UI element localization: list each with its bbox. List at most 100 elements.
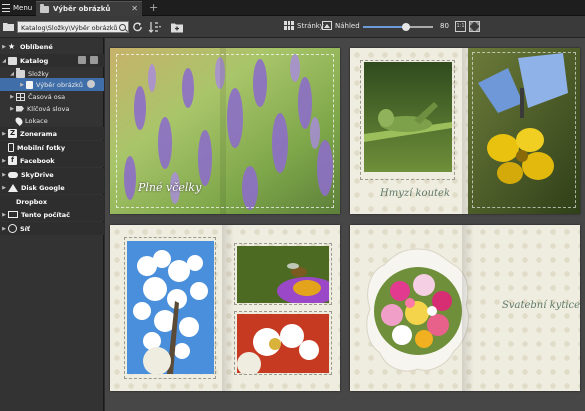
expand-arrow-icon[interactable]: ▶ xyxy=(0,185,8,191)
sidebar-item-favorites[interactable]: ▶ ★ Oblíbené xyxy=(0,40,104,53)
page-thumbnail-bouquet[interactable]: Svatební kytice xyxy=(350,225,580,391)
sidebar-item-google-drive[interactable]: ▶ Disk Google xyxy=(0,181,104,194)
location-pin-icon xyxy=(14,115,24,126)
menu-button[interactable]: Menu xyxy=(2,2,32,14)
sidebar-item-label: Facebook xyxy=(20,156,55,165)
zoom-slider[interactable] xyxy=(363,23,433,31)
calendar-icon xyxy=(16,92,25,101)
sidebar-item-label: Disk Google xyxy=(21,183,65,192)
sidebar-item-skydrive[interactable]: ▶ SkyDrive xyxy=(0,168,104,181)
title-bar: Menu Výběr obrázků ✕ + xyxy=(0,0,585,16)
page-spine xyxy=(462,225,474,391)
tab-image-selection[interactable]: Výběr obrázků ✕ xyxy=(36,1,142,16)
add-folder-icon[interactable] xyxy=(78,56,86,64)
star-icon: ★ xyxy=(8,41,16,51)
sidebar-item-network[interactable]: ▶ Síť xyxy=(0,222,104,235)
page-caption: Hmyzí koutek xyxy=(380,188,451,199)
expand-arrow-icon[interactable]: ▶ xyxy=(0,131,8,137)
expand-arrow-icon[interactable]: ▶ xyxy=(0,212,8,218)
folder-icon xyxy=(16,67,25,78)
folder-home-icon[interactable] xyxy=(3,21,14,31)
photo-frame xyxy=(472,52,576,208)
path-field[interactable]: Katalog\Složky\Výběr obrázků xyxy=(17,21,129,33)
folder-icon xyxy=(40,3,49,13)
sidebar-item-label: Výběr obrázků xyxy=(36,80,83,89)
sidebar-item-label: SkyDrive xyxy=(21,170,54,179)
expand-arrow-icon[interactable]: ▶ xyxy=(0,44,8,50)
expand-arrow-icon[interactable]: ▶ xyxy=(8,94,16,100)
catalog-actions xyxy=(78,56,98,64)
zoom-slider-fill xyxy=(363,26,407,28)
sort-icon[interactable] xyxy=(148,21,162,33)
page-spine xyxy=(222,225,234,391)
blossom-photo xyxy=(127,241,214,374)
search-icon[interactable] xyxy=(119,24,126,31)
pages-view-button[interactable]: Stránky xyxy=(284,21,324,30)
sidebar-item-label: Tento počítač xyxy=(21,210,70,219)
zonerama-icon: Z xyxy=(8,129,17,138)
facebook-icon: f xyxy=(8,156,17,165)
flower-photo xyxy=(237,314,329,373)
sidebar-item-label: Dropbox xyxy=(16,197,48,206)
settings-icon[interactable] xyxy=(90,56,98,64)
expand-arrow-icon[interactable]: ▶ xyxy=(8,106,16,112)
bee-photo xyxy=(237,246,329,303)
page-thumbnail-blossoms[interactable] xyxy=(110,225,340,391)
network-icon xyxy=(8,224,17,233)
path-text: Katalog\Složky\Výběr obrázků xyxy=(21,24,118,32)
add-tab-icon[interactable]: + xyxy=(149,2,158,13)
preview-button[interactable]: Náhled xyxy=(322,21,360,30)
sidebar-item-label: Zonerama xyxy=(20,129,57,138)
expand-arrow-icon[interactable]: ▶ xyxy=(0,158,8,164)
collapse-arrow-icon[interactable]: ◢ xyxy=(0,58,8,64)
toolbar: Katalog\Složky\Výběr obrázků Stránky Náh… xyxy=(0,16,585,38)
sidebar-item-label: Časová osa xyxy=(28,92,66,101)
actual-size-button[interactable]: 1:1 xyxy=(455,21,466,32)
refresh-icon[interactable] xyxy=(132,21,143,33)
expand-arrow-icon[interactable]: ▶ xyxy=(18,82,26,88)
hamburger-icon xyxy=(2,4,10,12)
bouquet-photo xyxy=(366,248,469,372)
sidebar-item-label: Složky xyxy=(28,69,49,78)
sidebar-item-mobile-photos[interactable]: Mobilní fotky xyxy=(0,141,104,154)
grasshopper-photo xyxy=(364,62,452,172)
document-icon xyxy=(26,80,33,89)
collapse-arrow-icon[interactable]: ◢ xyxy=(8,71,16,77)
tag-icon xyxy=(16,105,24,112)
sidebar-item-label: Klíčová slova xyxy=(27,104,70,113)
sidebar-item-this-pc[interactable]: ▶ Tento počítač xyxy=(0,208,104,221)
sidebar-item-label: Lokace xyxy=(25,116,48,125)
sidebar-item-catalog[interactable]: ◢ Katalog xyxy=(0,54,104,67)
sidebar-item-label: Oblíbené xyxy=(20,42,53,51)
selected-actions xyxy=(87,80,95,88)
page-caption: Svatební kytice xyxy=(502,300,580,311)
zoom-value: 80 xyxy=(440,22,449,30)
new-folder-icon[interactable] xyxy=(171,21,183,33)
sidebar-item-locations[interactable]: Lokace xyxy=(0,114,104,127)
expand-arrow-icon[interactable]: ▶ xyxy=(0,226,8,232)
catalog-icon xyxy=(8,56,17,65)
grid-icon xyxy=(284,21,294,30)
zoom-slider-knob[interactable] xyxy=(402,23,411,31)
sidebar-item-label: Mobilní fotky xyxy=(17,143,66,152)
pages-label: Stránky xyxy=(297,21,324,30)
computer-icon xyxy=(8,211,18,218)
sidebar-item-facebook[interactable]: ▶ f Facebook xyxy=(0,154,104,167)
tab-label: Výběr obrázků xyxy=(53,5,111,13)
sync-icon[interactable] xyxy=(87,80,95,88)
menu-label: Menu xyxy=(13,4,33,12)
page-thumbnail-insects[interactable]: Hmyzí koutek xyxy=(350,48,580,214)
page-thumbnail-lavender[interactable]: Plné včelky xyxy=(110,48,340,214)
tab-close-icon[interactable]: ✕ xyxy=(131,5,138,13)
sidebar-item-zonerama[interactable]: ▶ Z Zonerama xyxy=(0,127,104,140)
sidebar-item-dropbox[interactable]: Dropbox xyxy=(0,195,104,208)
navigator-sidebar: ▶ ★ Oblíbené ◢ Katalog ◢ Složky ▶ Výběr … xyxy=(0,38,104,411)
cloud-icon xyxy=(8,171,18,178)
google-drive-icon xyxy=(8,183,18,192)
sidebar-item-label: Katalog xyxy=(20,56,49,65)
page-preview-area: Plné včelky Hmyzí koutek Svatební kytice xyxy=(105,38,585,411)
preview-label: Náhled xyxy=(335,21,360,30)
fit-to-window-icon[interactable] xyxy=(469,21,480,32)
image-icon xyxy=(322,21,332,30)
expand-arrow-icon[interactable]: ▶ xyxy=(0,172,8,178)
